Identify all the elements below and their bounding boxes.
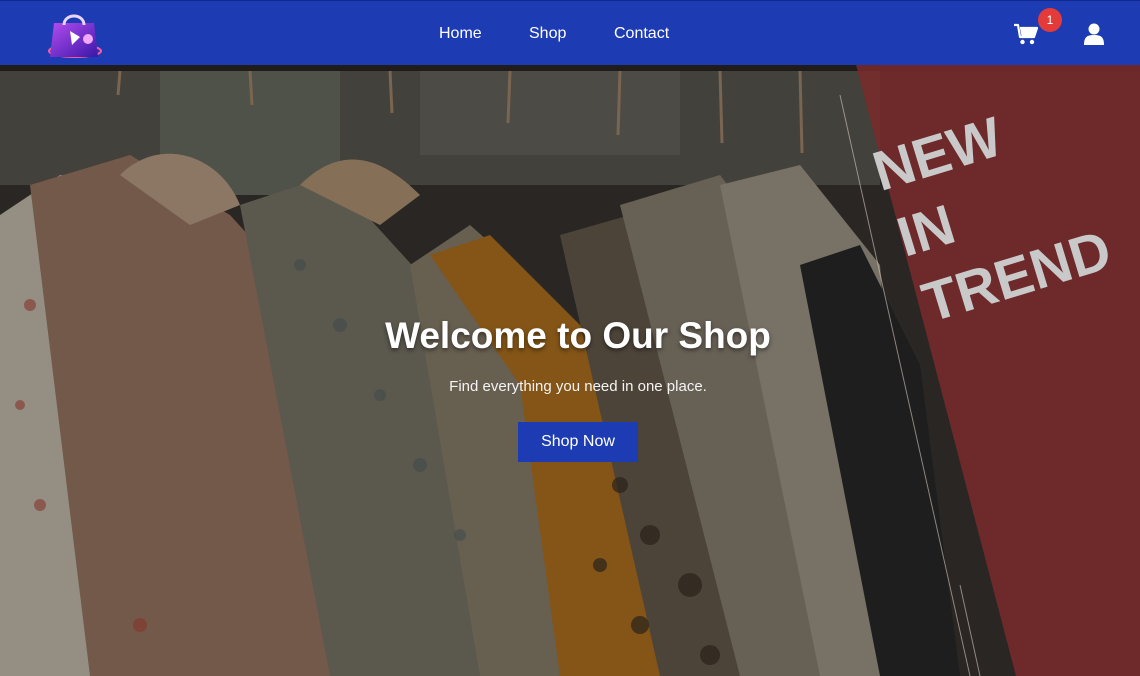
nav-link-contact[interactable]: Contact bbox=[614, 25, 669, 43]
cart-count-badge: 1 bbox=[1038, 8, 1062, 32]
hero-banner: NEW IN TREND Welcome to Our Shop Find ev… bbox=[0, 65, 1140, 676]
nav-menu: Home Shop Contact bbox=[0, 1, 1140, 66]
hero-subtitle: Find everything you need in one place. bbox=[449, 378, 707, 395]
hero-content: Welcome to Our Shop Find everything you … bbox=[0, 65, 1140, 676]
hero-title: Welcome to Our Shop bbox=[385, 315, 771, 356]
user-icon[interactable] bbox=[1084, 23, 1104, 45]
navbar: Home Shop Contact 1 bbox=[0, 0, 1140, 65]
cart-icon[interactable] bbox=[1014, 23, 1038, 45]
nav-link-home[interactable]: Home bbox=[439, 25, 482, 43]
nav-link-shop[interactable]: Shop bbox=[529, 25, 566, 43]
shop-now-button[interactable]: Shop Now bbox=[518, 422, 638, 462]
